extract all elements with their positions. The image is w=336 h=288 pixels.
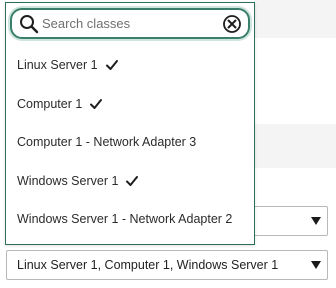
background-panel-strip: [254, 124, 336, 168]
class-picker-dropdown: Linux Server 1 Computer 1 Computer 1 - N…: [5, 2, 255, 245]
check-icon: [90, 98, 103, 109]
search-box[interactable]: [10, 8, 250, 39]
classes-select-lower[interactable]: Linux Server 1, Computer 1, Windows Serv…: [6, 250, 328, 280]
option-label: Computer 1 - Network Adapter 3: [17, 135, 197, 150]
option-label: Computer 1: [17, 96, 83, 111]
close-circle-icon[interactable]: [222, 14, 242, 34]
option-computer-1[interactable]: Computer 1: [6, 85, 254, 124]
check-icon: [126, 175, 139, 186]
option-windows-server-1[interactable]: Windows Server 1: [6, 162, 254, 201]
search-icon: [20, 14, 39, 33]
search-input[interactable]: [40, 13, 222, 34]
check-icon: [105, 60, 118, 71]
option-label: Linux Server 1: [17, 58, 98, 73]
caret-down-icon: [305, 251, 327, 279]
option-linux-server-1[interactable]: Linux Server 1: [6, 46, 254, 85]
background-panel-strip: [254, 0, 336, 38]
option-label: Windows Server 1: [17, 173, 119, 188]
option-windows-server-1-network-adapter-2[interactable]: Windows Server 1 - Network Adapter 2: [6, 200, 254, 239]
option-computer-1-network-adapter-3[interactable]: Computer 1 - Network Adapter 3: [6, 123, 254, 162]
option-label: Windows Server 1 - Network Adapter 2: [17, 212, 233, 227]
options-list: Linux Server 1 Computer 1 Computer 1 - N…: [6, 46, 254, 239]
caret-down-icon: [305, 207, 327, 235]
select-value: Linux Server 1, Computer 1, Windows Serv…: [17, 258, 279, 272]
